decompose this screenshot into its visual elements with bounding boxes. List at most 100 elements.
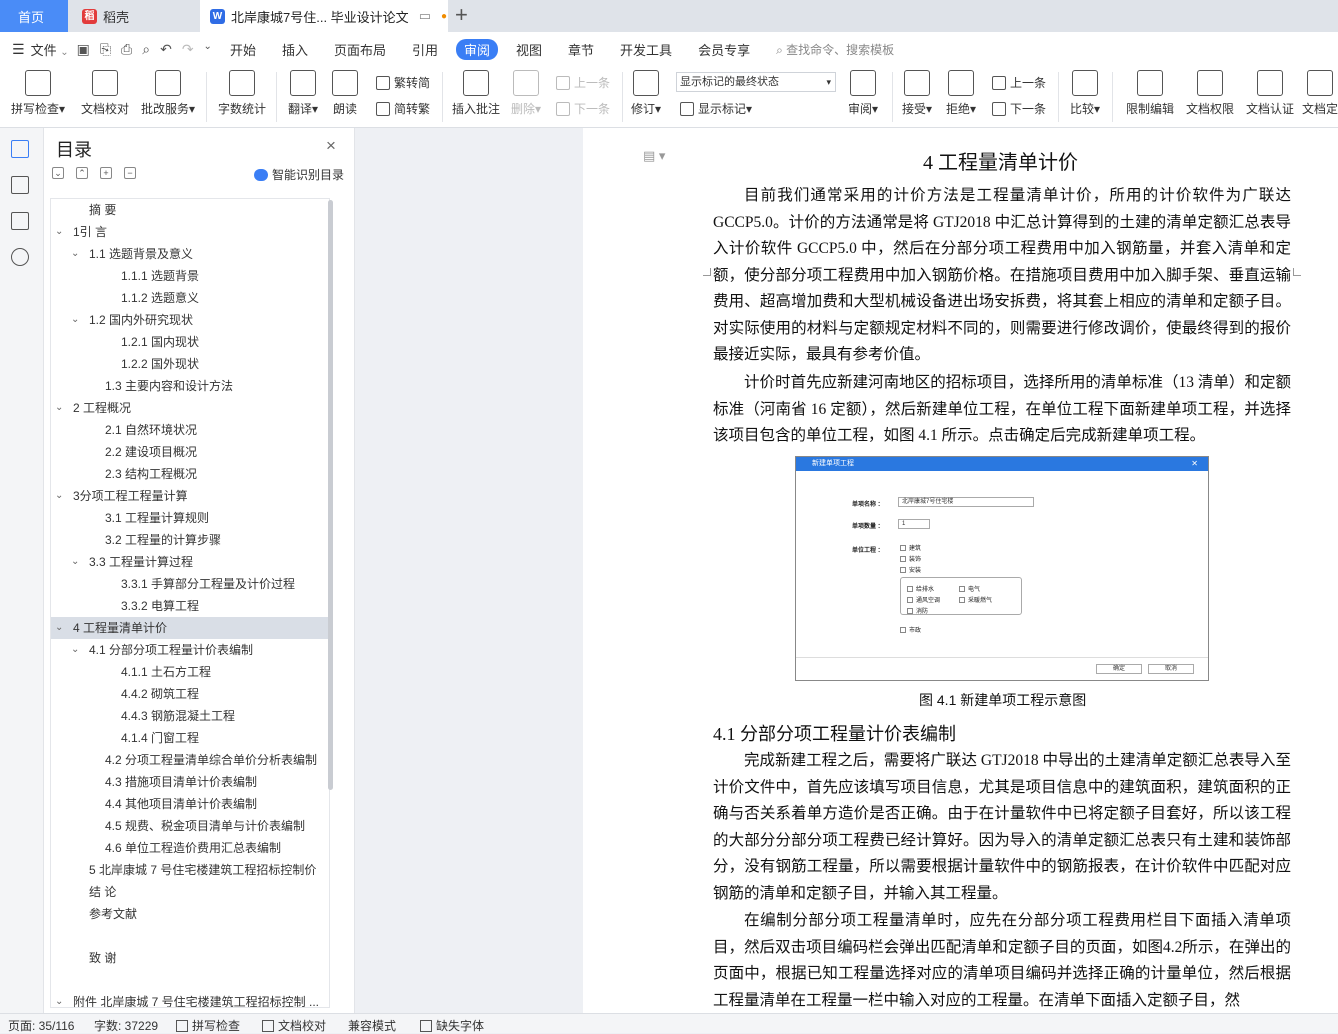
- chevron-down-icon[interactable]: ⌄: [55, 991, 67, 1007]
- document-permission-button[interactable]: 文档权限: [1182, 70, 1238, 117]
- chevron-down-icon[interactable]: ⌄: [71, 551, 83, 573]
- menu-layout[interactable]: 页面布局: [334, 40, 386, 59]
- toc-item[interactable]: 1.2.2 国外现状: [51, 353, 329, 375]
- toc-item[interactable]: 3.2 工程量的计算步骤: [51, 529, 329, 551]
- chevron-down-icon[interactable]: ⌄: [55, 485, 67, 507]
- toc-item[interactable]: 3.3.1 手算部分工程量及计价过程: [51, 573, 329, 595]
- toc-item[interactable]: [51, 925, 329, 947]
- chevron-down-icon[interactable]: ⌄: [55, 221, 67, 243]
- toc-item[interactable]: 4.1.4 门窗工程: [51, 727, 329, 749]
- restrict-edit-button[interactable]: 限制编辑: [1122, 70, 1178, 117]
- word-count-button[interactable]: 字数统计: [214, 70, 270, 117]
- document-finalize-button[interactable]: 文档定: [1302, 70, 1338, 117]
- menu-devtools[interactable]: 开发工具: [620, 40, 672, 59]
- toc-item[interactable]: 致 谢: [51, 947, 329, 969]
- menu-insert[interactable]: 插入: [282, 40, 308, 59]
- toc-item[interactable]: ⌄ 2 工程概况: [51, 397, 329, 419]
- toc-item[interactable]: ⌄ 1.2 国内外研究现状: [51, 309, 329, 331]
- reject-button[interactable]: 拒绝▾: [942, 70, 980, 117]
- show-markup-button[interactable]: 显示标记 ▾: [680, 100, 752, 117]
- search-icon[interactable]: [11, 248, 29, 266]
- missing-font-status[interactable]: 缺失字体: [420, 1017, 484, 1034]
- menu-file[interactable]: 文件 ⌄: [31, 40, 69, 59]
- toc-item[interactable]: 5 北岸康城 7 号住宅楼建筑工程招标控制价: [51, 859, 329, 881]
- toc-item[interactable]: 3.3.2 电算工程: [51, 595, 329, 617]
- toc-item[interactable]: 1.3 主要内容和设计方法: [51, 375, 329, 397]
- toc-item[interactable]: [51, 969, 329, 991]
- toc-item[interactable]: 结 论: [51, 881, 329, 903]
- compare-button[interactable]: 比较▾: [1066, 70, 1104, 117]
- toc-item[interactable]: ⌄ 1.1 选题背景及意义: [51, 243, 329, 265]
- page-count[interactable]: 页面: 35/116: [8, 1017, 74, 1034]
- chevron-down-icon[interactable]: ⌄: [55, 397, 67, 419]
- chevron-down-icon[interactable]: ⌄: [71, 243, 83, 265]
- toc-item[interactable]: 2.3 结构工程概况: [51, 463, 329, 485]
- toc-item[interactable]: 4.1.1 土石方工程: [51, 661, 329, 683]
- toc-item[interactable]: 1.2.1 国内现状: [51, 331, 329, 353]
- chevron-down-icon[interactable]: ⌄: [71, 309, 83, 331]
- toc-item[interactable]: ⌄ 4 工程量清单计价: [51, 617, 329, 639]
- toc-item[interactable]: 2.2 建设项目概况: [51, 441, 329, 463]
- menu-chapter[interactable]: 章节: [568, 40, 594, 59]
- word-count-status[interactable]: 字数: 37229: [94, 1017, 158, 1034]
- menu-review[interactable]: 审阅: [456, 38, 499, 60]
- track-changes-button[interactable]: 修订▾: [628, 70, 664, 117]
- toc-item[interactable]: 4.3 措施项目清单计价表编制: [51, 771, 329, 793]
- toc-item[interactable]: 4.4.2 砌筑工程: [51, 683, 329, 705]
- window-icon[interactable]: ▭: [419, 8, 431, 24]
- annotate-service-button[interactable]: 批改服务▾: [138, 70, 198, 117]
- toc-panel-icon[interactable]: [11, 140, 29, 158]
- command-search[interactable]: ⌕ 查找命令、搜索模板: [776, 41, 894, 58]
- spell-check-button[interactable]: 拼写检查▾: [8, 70, 68, 117]
- doc-options-icon[interactable]: ▤ ▾: [643, 148, 665, 164]
- toc-item[interactable]: 3.1 工程量计算规则: [51, 507, 329, 529]
- menu-member[interactable]: 会员专享: [698, 40, 750, 59]
- smart-catalog-button[interactable]: 智能识别目录: [254, 166, 344, 183]
- toc-item[interactable]: ⌄ 附件 北岸康城 7 号住宅楼建筑工程招标控制 ...: [51, 991, 329, 1007]
- document-certify-button[interactable]: 文档认证: [1242, 70, 1298, 117]
- undo-icon[interactable]: ↶: [160, 41, 172, 58]
- chevron-down-icon[interactable]: ⌄: [71, 639, 83, 661]
- close-icon[interactable]: ×: [326, 136, 336, 156]
- chevron-down-icon[interactable]: ⌄: [204, 41, 212, 58]
- preview-icon[interactable]: ⌕: [142, 41, 150, 58]
- document-proof-button[interactable]: 文档校对: [76, 70, 134, 117]
- next-change-button[interactable]: 下一条: [992, 100, 1046, 117]
- prev-comment-button[interactable]: 上一条: [556, 74, 610, 91]
- remove-heading-icon[interactable]: −: [124, 167, 136, 179]
- toc-item[interactable]: 1.1.1 选题背景: [51, 265, 329, 287]
- proof-status[interactable]: 文档校对: [262, 1017, 326, 1034]
- prev-change-button[interactable]: 上一条: [992, 74, 1046, 91]
- bookmark-icon[interactable]: [11, 212, 29, 230]
- spell-check-status[interactable]: 拼写检查: [176, 1017, 240, 1034]
- collapse-all-icon[interactable]: ⌄: [52, 167, 64, 179]
- toc-item[interactable]: 4.6 单位工程造价费用汇总表编制: [51, 837, 329, 859]
- trad-to-simp-button[interactable]: 繁转简: [376, 74, 430, 91]
- translate-button[interactable]: 翻译▾: [284, 70, 322, 117]
- export-icon[interactable]: ⎘: [100, 41, 111, 58]
- expand-up-icon[interactable]: ⌃: [76, 167, 88, 179]
- next-comment-button[interactable]: 下一条: [556, 100, 610, 117]
- menu-reference[interactable]: 引用: [412, 40, 438, 59]
- toc-item[interactable]: 4.5 规费、税金项目清单与计价表编制: [51, 815, 329, 837]
- simp-to-trad-button[interactable]: 简转繁: [376, 100, 430, 117]
- review-pane-button[interactable]: 审阅▾: [844, 70, 882, 117]
- toc-item[interactable]: ⌄ 3.3 工程量计算过程: [51, 551, 329, 573]
- compat-mode[interactable]: 兼容模式: [348, 1017, 396, 1034]
- tab-document[interactable]: W 北岸康城7号住... 毕业设计论文 ▭ ●: [200, 0, 448, 32]
- accept-button[interactable]: 接受▾: [898, 70, 936, 117]
- new-tab-plus-icon[interactable]: +: [455, 2, 468, 28]
- menu-start[interactable]: 开始: [230, 40, 256, 59]
- chevron-down-icon[interactable]: ⌄: [55, 617, 67, 639]
- toc-item[interactable]: 1.1.2 选题意义: [51, 287, 329, 309]
- redo-icon[interactable]: ↷: [182, 41, 194, 58]
- toc-item[interactable]: ⌄ 4.1 分部分项工程量计价表编制: [51, 639, 329, 661]
- toc-item[interactable]: 摘 要: [51, 199, 329, 221]
- toc-item[interactable]: 4.4.3 钢筋混凝土工程: [51, 705, 329, 727]
- toc-item[interactable]: 4.4 其他项目清单计价表编制: [51, 793, 329, 815]
- save-icon[interactable]: ▣: [77, 41, 90, 58]
- hamburger-icon[interactable]: ☰: [12, 41, 25, 58]
- print-icon[interactable]: ⎙: [121, 41, 132, 58]
- toc-item[interactable]: 2.1 自然环境状况: [51, 419, 329, 441]
- insert-comment-button[interactable]: 插入批注: [450, 70, 502, 117]
